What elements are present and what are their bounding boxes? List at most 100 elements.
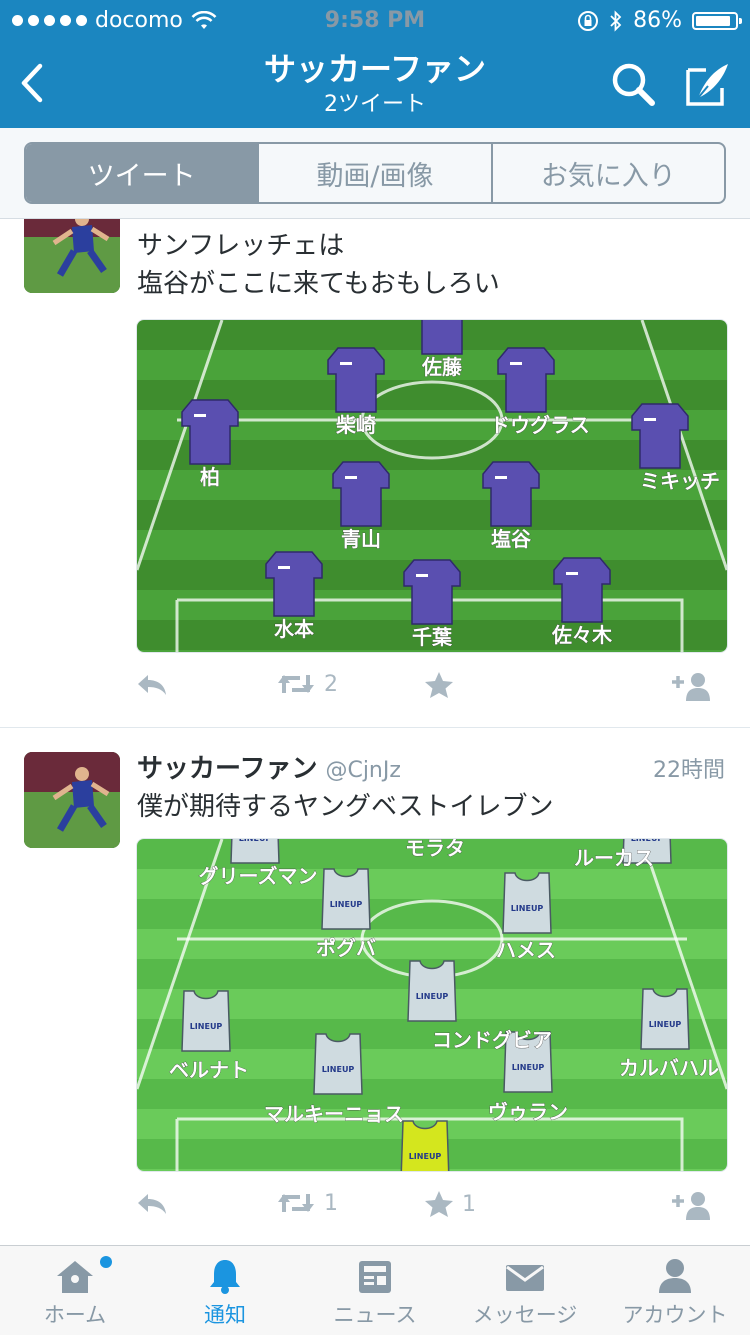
tab-account[interactable]: アカウント [600, 1246, 750, 1335]
player-label: マルキーニョス [264, 1102, 404, 1126]
svg-text:LINEUP: LINEUP [512, 1063, 545, 1072]
player-label: グリーズマン [199, 864, 318, 888]
svg-text:LINEUP: LINEUP [190, 1022, 223, 1031]
bottom-tab-bar: ホーム 通知 ニュース メッセージ アカウント [0, 1245, 750, 1335]
svg-text:LINEUP: LINEUP [322, 1065, 355, 1074]
profile-tabs-bar: ツイート 動画/画像 お気に入り [0, 128, 750, 219]
player-label: 千葉 [412, 625, 453, 649]
player-label: 佐々木 [551, 623, 613, 647]
player-label: ルーカス [574, 846, 654, 870]
tab-media[interactable]: 動画/画像 [257, 144, 490, 202]
tweet-handle: @CjnJz [325, 758, 401, 783]
tweet-actions: 2 [136, 671, 726, 711]
retweet-button[interactable]: 2 [276, 671, 338, 697]
svg-text:LINEUP: LINEUP [330, 900, 363, 909]
star-icon [425, 1191, 453, 1217]
tweet-image[interactable]: LINEUP LINEUP LINEUP LINEUP LINEUP LINEUP LINE… [136, 838, 728, 1172]
retweet-button[interactable]: 1 [276, 1190, 338, 1216]
player-bib: LINEUP [502, 872, 552, 934]
tab-notifications[interactable]: 通知 [150, 1246, 300, 1335]
player-shirt [631, 403, 689, 469]
player-bib: LINEUP [640, 988, 690, 1050]
follow-icon [672, 673, 710, 701]
goalkeeper-bib: LINEUP [400, 1120, 450, 1171]
player-shirt [332, 461, 390, 527]
player-label: 水本 [274, 617, 314, 641]
favorite-count: 1 [462, 1191, 476, 1217]
player-shirt [553, 557, 611, 623]
envelope-icon [506, 1265, 544, 1291]
svg-text:LINEUP: LINEUP [631, 839, 664, 843]
tweet-author[interactable]: サッカーファン @CjnJz [137, 748, 401, 785]
search-icon[interactable] [606, 58, 662, 112]
player-label: 佐藤 [421, 355, 463, 379]
tweet-text: 僕が期待するヤングベストイレブン [137, 792, 554, 822]
player-label: 青山 [341, 527, 381, 551]
favorite-button[interactable]: 1 [424, 1190, 476, 1218]
player-label: カルバハル [619, 1056, 719, 1080]
bell-icon [210, 1260, 240, 1294]
compose-tweet-icon[interactable] [680, 58, 736, 112]
tab-favorites[interactable]: お気に入り [490, 144, 724, 202]
player-label: 柴崎 [335, 413, 376, 437]
battery-percent: 86% [633, 8, 682, 33]
player-shirt [403, 559, 461, 625]
player-bib: LINEUP [407, 960, 457, 1022]
tab-news[interactable]: ニュース [300, 1246, 450, 1335]
orientation-lock-icon [578, 10, 599, 31]
tab-messages[interactable]: メッセージ [450, 1246, 600, 1335]
player-label: ヴゥラン [488, 1100, 568, 1124]
player-label: ベルナト [169, 1058, 249, 1082]
retweet-icon [278, 675, 314, 693]
retweet-count: 2 [324, 671, 338, 697]
player-label: ドウグラス [490, 413, 590, 437]
bluetooth-icon [610, 9, 622, 32]
player-shirt [497, 347, 555, 413]
player-shirt [265, 551, 323, 617]
tweet-timeline[interactable]: サンフレッチェは 塩谷がここに来てもおもしろい 佐藤 柴崎 ドウグラス柏 ミキッチ 青山… [0, 219, 750, 1245]
home-icon [57, 1261, 93, 1293]
reply-button[interactable] [136, 1190, 168, 1216]
avatar[interactable] [24, 752, 120, 848]
avatar[interactable] [24, 219, 120, 293]
player-shirt [327, 347, 385, 413]
new-content-dot [100, 1256, 112, 1268]
follow-icon [672, 1192, 710, 1220]
player-label: ミキッチ [640, 469, 720, 493]
player-bib: LINEUP [181, 990, 231, 1052]
svg-text:LINEUP: LINEUP [409, 1152, 442, 1161]
news-icon [359, 1261, 391, 1293]
player-shirt [482, 461, 540, 527]
player-label: ハメス [496, 938, 556, 962]
player-bib: LINEUP [321, 868, 371, 930]
tab-tweets[interactable]: ツイート [26, 144, 258, 202]
tweet-actions: 1 1 [136, 1190, 726, 1230]
player-label: 柏 [200, 465, 220, 489]
battery-icon [692, 11, 742, 30]
tweet-item[interactable]: サッカーファン @CjnJz 22時間 僕が期待するヤングベストイレブン LINE… [0, 728, 750, 1245]
account-icon [659, 1259, 691, 1293]
tab-home[interactable]: ホーム [0, 1246, 150, 1335]
tweet-item[interactable]: サンフレッチェは 塩谷がここに来てもおもしろい 佐藤 柴崎 ドウグラス柏 ミキッチ 青山… [0, 219, 750, 727]
retweet-count: 1 [324, 1190, 338, 1216]
player-label: モラタ [405, 839, 465, 860]
svg-text:LINEUP: LINEUP [239, 839, 272, 843]
follow-button[interactable] [670, 1190, 714, 1220]
player-label: コンドグビア [432, 1028, 552, 1052]
favorite-button[interactable] [424, 671, 462, 699]
segmented-control: ツイート 動画/画像 お気に入り [24, 142, 726, 204]
reply-icon [138, 675, 166, 695]
player-bib: LINEUP [230, 839, 280, 864]
reply-button[interactable] [136, 671, 168, 697]
top-bar: docomo 9:58 PM 86% サッカーファン 2ツイート [0, 0, 750, 128]
svg-text:LINEUP: LINEUP [649, 1020, 682, 1029]
follow-button[interactable] [670, 671, 714, 701]
retweet-icon [278, 1194, 314, 1212]
player-bib: LINEUP [313, 1033, 363, 1095]
player-label: ポグバ [316, 936, 376, 960]
reply-icon [138, 1194, 166, 1214]
tweet-time: 22時間 [653, 758, 725, 783]
player-shirt [181, 399, 239, 465]
tweet-image[interactable]: 佐藤 柴崎 ドウグラス柏 ミキッチ 青山 塩谷 水本 千葉 佐々木 [136, 319, 728, 653]
status-bar: docomo 9:58 PM 86% [0, 0, 750, 40]
